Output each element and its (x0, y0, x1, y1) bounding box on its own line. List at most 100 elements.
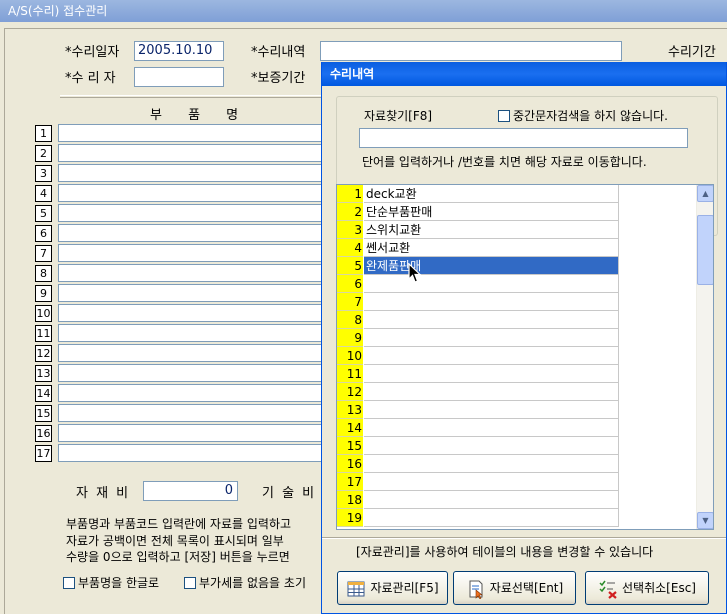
item-name-cell[interactable] (364, 311, 619, 329)
korean-name-checkbox[interactable]: 부품명을 한글로 (63, 574, 159, 591)
table-row[interactable]: 17 (337, 473, 619, 491)
checkbox-box[interactable] (184, 577, 196, 589)
scroll-down-icon[interactable]: ▼ (697, 512, 713, 529)
row-number: 5 (35, 205, 52, 222)
table-row[interactable]: 2 단순부품판매 (337, 203, 619, 221)
part-name-field[interactable] (58, 244, 328, 262)
part-name-field[interactable] (58, 124, 328, 142)
item-name-cell[interactable] (364, 473, 619, 491)
table-row[interactable]: 14 (337, 419, 619, 437)
row-number-cell: 4 (337, 239, 363, 257)
part-name-field[interactable] (58, 444, 328, 462)
repairer-field[interactable] (134, 67, 224, 87)
checkbox-box[interactable] (498, 110, 510, 122)
item-name-cell[interactable] (364, 329, 619, 347)
checkbox-box[interactable] (63, 577, 75, 589)
note-line-3: 수량을 0으로 입력하고 [저장] 버튼을 누르면 (66, 550, 290, 564)
table-row[interactable]: 10 (337, 347, 619, 365)
manage-data-button[interactable]: 자료관리[F5] (337, 571, 448, 605)
middle-search-checkbox[interactable]: 중간문자검색을 하지 않습니다. (498, 107, 668, 124)
row-number: 13 (35, 365, 52, 382)
item-name-cell[interactable] (364, 365, 619, 383)
item-name-cell[interactable] (364, 383, 619, 401)
select-data-label: 자료선택[Ent] (489, 581, 564, 595)
row-number: 4 (35, 185, 52, 202)
table-row[interactable]: 8 (337, 311, 619, 329)
repair-detail-field[interactable] (320, 41, 622, 61)
item-name-cell[interactable] (364, 347, 619, 365)
table-row[interactable]: 12 (337, 383, 619, 401)
search-hint: 단어를 입력하거나 /번호를 치면 해당 자료로 이동합니다. (362, 155, 647, 169)
part-name-field[interactable] (58, 404, 328, 422)
table-row[interactable]: 16 (337, 455, 619, 473)
item-name-cell[interactable] (364, 455, 619, 473)
table-icon (347, 581, 365, 596)
part-name-field[interactable] (58, 424, 328, 442)
item-name-cell[interactable]: 쎈서교환 (364, 239, 619, 257)
table-row[interactable]: 18 (337, 491, 619, 509)
row-number-cell: 15 (337, 437, 363, 455)
table-row[interactable]: 6 (337, 275, 619, 293)
row-number-cell: 2 (337, 203, 363, 221)
part-name-field[interactable] (58, 324, 328, 342)
item-name-cell[interactable]: deck교환 (364, 185, 619, 203)
row-number: 3 (35, 165, 52, 182)
repair-date-field[interactable]: 2005.10.10 (134, 41, 224, 61)
item-name-cell[interactable]: 단순부품판매 (364, 203, 619, 221)
item-name-cell[interactable] (364, 491, 619, 509)
part-name-field[interactable] (58, 384, 328, 402)
part-name-field[interactable] (58, 304, 328, 322)
row-number-cell: 14 (337, 419, 363, 437)
cancel-selection-button[interactable]: 선택취소[Esc] (585, 571, 709, 605)
part-name-field[interactable] (58, 344, 328, 362)
table-row[interactable]: 19 (337, 509, 619, 527)
part-name-field[interactable] (58, 364, 328, 382)
table-row[interactable]: 11 (337, 365, 619, 383)
table-row[interactable]: 13 (337, 401, 619, 419)
table-row[interactable]: 7 (337, 293, 619, 311)
table-row[interactable]: 1 deck교환 (337, 185, 619, 203)
table-row[interactable]: 4 쎈서교환 (337, 239, 619, 257)
middle-search-checkbox-label: 중간문자검색을 하지 않습니다. (513, 109, 668, 123)
scroll-thumb[interactable] (697, 215, 713, 285)
note-line-2: 자료가 공백이면 전체 목록이 표시되며 일부 (66, 534, 284, 548)
warranty-label: *보증기간 (251, 71, 306, 86)
item-name-cell[interactable] (364, 293, 619, 311)
select-data-button[interactable]: 자료선택[Ent] (453, 571, 576, 605)
table-row[interactable]: 5 완제품판매 (337, 257, 619, 275)
part-name-field[interactable] (58, 284, 328, 302)
table-row[interactable]: 15 (337, 437, 619, 455)
search-input[interactable] (359, 128, 688, 148)
item-name-cell[interactable] (364, 509, 619, 527)
repair-detail-label: *수리내역 (251, 45, 306, 60)
table-row[interactable]: 3 스위치교환 (337, 221, 619, 239)
row-number: 15 (35, 405, 52, 422)
row-number-cell: 19 (337, 509, 363, 527)
footer-text: [자료관리]를 사용하여 테이블의 내용을 변경할 수 있습니다 (356, 545, 654, 559)
repair-items-table[interactable]: 1 deck교환 2 단순부품판매 3 스위치교환 4 쎈서교환 5 완제품판매 6 7 8 9 10 11 1… (336, 184, 714, 530)
row-number: 1 (35, 125, 52, 142)
part-name-field[interactable] (58, 144, 328, 162)
row-number: 17 (35, 445, 52, 462)
part-name-field[interactable] (58, 184, 328, 202)
part-name-field[interactable] (58, 224, 328, 242)
row-number: 2 (35, 145, 52, 162)
vat-checkbox-label: 부가세를 없음을 초기 (199, 576, 306, 590)
scroll-up-icon[interactable]: ▲ (697, 185, 713, 202)
vat-checkbox[interactable]: 부가세를 없음을 초기 (184, 574, 306, 591)
part-name-field[interactable] (58, 204, 328, 222)
repair-date-label: *수리일자 (65, 45, 120, 60)
item-name-cell[interactable]: 스위치교환 (364, 221, 619, 239)
row-number: 9 (35, 285, 52, 302)
item-name-cell[interactable] (364, 437, 619, 455)
table-row[interactable]: 9 (337, 329, 619, 347)
part-name-field[interactable] (58, 264, 328, 282)
vertical-scrollbar[interactable]: ▲ ▼ (696, 185, 713, 529)
item-name-cell[interactable] (364, 419, 619, 437)
item-name-cell[interactable]: 완제품판매 (364, 257, 619, 275)
part-name-field[interactable] (58, 164, 328, 182)
row-number-cell: 10 (337, 347, 363, 365)
material-cost-field[interactable]: 0 (143, 481, 238, 501)
item-name-cell[interactable] (364, 275, 619, 293)
item-name-cell[interactable] (364, 401, 619, 419)
